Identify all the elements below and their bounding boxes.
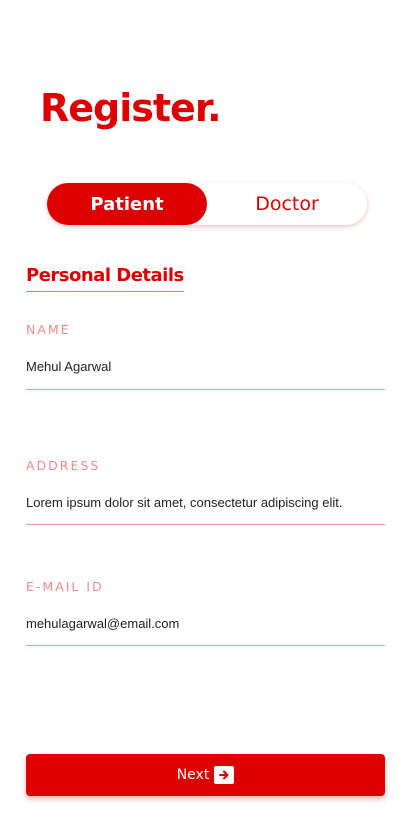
address-input[interactable]: Lorem ipsum dolor sit amet, consectetur … xyxy=(26,495,342,511)
address-underline xyxy=(26,524,385,525)
role-toggle[interactable]: Patient Doctor xyxy=(47,183,367,225)
page-title: Register. xyxy=(40,86,222,130)
email-underline xyxy=(26,645,385,646)
email-label: E-MAIL ID xyxy=(26,579,104,594)
arrow-right-icon xyxy=(214,766,235,784)
toggle-option-doctor[interactable]: Doctor xyxy=(207,183,367,225)
email-field[interactable]: E-MAIL ID mehulagarwal@email.com xyxy=(26,579,385,646)
name-underline xyxy=(26,389,385,390)
name-field[interactable]: NAME Mehul Agarwal xyxy=(26,322,385,390)
next-button[interactable]: Next xyxy=(26,754,385,796)
name-label: NAME xyxy=(26,322,71,337)
toggle-option-patient[interactable]: Patient xyxy=(47,183,207,225)
next-button-label: Next xyxy=(176,767,210,783)
section-title: Personal Details xyxy=(26,265,184,292)
address-label: ADDRESS xyxy=(26,458,101,473)
email-input[interactable]: mehulagarwal@email.com xyxy=(26,616,179,632)
address-field[interactable]: ADDRESS Lorem ipsum dolor sit amet, cons… xyxy=(26,458,385,525)
name-input[interactable]: Mehul Agarwal xyxy=(26,359,111,375)
